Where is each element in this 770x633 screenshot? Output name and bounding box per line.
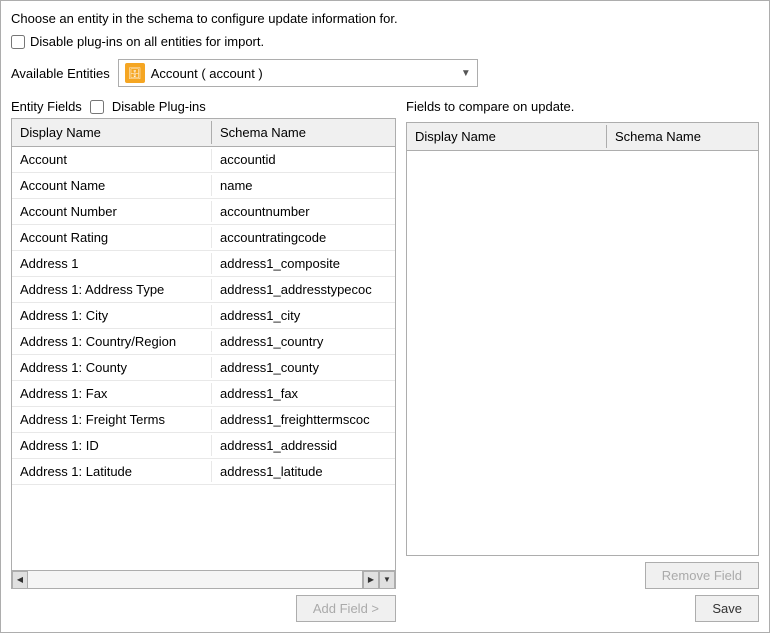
cell-schema-name: accountratingcode [212, 227, 395, 248]
cell-display-name: Account Rating [12, 227, 212, 248]
table-row[interactable]: Accountaccountid [12, 147, 395, 173]
cell-schema-name: accountnumber [212, 201, 395, 222]
disable-plugins-entity-label: Disable Plug-ins [112, 99, 206, 114]
cell-display-name: Account [12, 149, 212, 170]
add-field-button[interactable]: Add Field > [296, 595, 396, 622]
compare-fields-title: Fields to compare on update. [406, 99, 574, 114]
entity-fields-title: Entity Fields [11, 99, 82, 114]
cell-display-name: Address 1: ID [12, 435, 212, 456]
table-row[interactable]: Account Namename [12, 173, 395, 199]
schema-name-header: Schema Name [212, 121, 395, 144]
table-row[interactable]: Address 1: Cityaddress1_city [12, 303, 395, 329]
horizontal-scroll: ◀ ▶ ▼ [12, 570, 395, 588]
left-panel-header: Entity Fields Disable Plug-ins [11, 99, 396, 114]
table-row[interactable]: Address 1: Country/Regionaddress1_countr… [12, 329, 395, 355]
entity-icon: 🗄 [125, 63, 145, 83]
compare-fields-body[interactable] [407, 151, 758, 555]
entity-dropdown-text: Account ( account ) [151, 66, 455, 81]
cell-schema-name: address1_freighttermscoc [212, 409, 395, 430]
cell-display-name: Address 1: City [12, 305, 212, 326]
cell-display-name: Address 1: Freight Terms [12, 409, 212, 430]
cell-schema-name: address1_latitude [212, 461, 395, 482]
cell-schema-name: name [212, 175, 395, 196]
table-row[interactable]: Address 1: Countyaddress1_county [12, 355, 395, 381]
scroll-right-btn[interactable]: ▶ [363, 571, 379, 589]
cell-display-name: Address 1 [12, 253, 212, 274]
cell-schema-name: address1_county [212, 357, 395, 378]
compare-display-name-header: Display Name [407, 125, 607, 148]
cell-display-name: Account Name [12, 175, 212, 196]
table-row[interactable]: Account Numberaccountnumber [12, 199, 395, 225]
entity-fields-table: Display Name Schema Name Accountaccounti… [11, 118, 396, 589]
cell-schema-name: address1_city [212, 305, 395, 326]
table-row[interactable]: Address 1: Address Typeaddress1_addresst… [12, 277, 395, 303]
compare-schema-name-header: Schema Name [607, 125, 758, 148]
table-row[interactable]: Address 1: Latitudeaddress1_latitude [12, 459, 395, 485]
left-panel: Entity Fields Disable Plug-ins Display N… [11, 99, 396, 622]
cell-display-name: Address 1: Latitude [12, 461, 212, 482]
available-entities-row: Available Entities 🗄 Account ( account )… [11, 59, 759, 87]
chevron-down-icon: ▼ [461, 68, 471, 79]
cell-schema-name: address1_composite [212, 253, 395, 274]
cell-display-name: Address 1: County [12, 357, 212, 378]
cell-schema-name: accountid [212, 149, 395, 170]
cell-display-name: Account Number [12, 201, 212, 222]
cell-display-name: Address 1: Country/Region [12, 331, 212, 352]
scroll-down-btn[interactable]: ▼ [379, 571, 395, 589]
table-row[interactable]: Address 1address1_composite [12, 251, 395, 277]
cell-display-name: Address 1: Address Type [12, 279, 212, 300]
cell-display-name: Address 1: Fax [12, 383, 212, 404]
compare-fields-table: Display Name Schema Name [406, 122, 759, 556]
description-text: Choose an entity in the schema to config… [11, 11, 759, 26]
save-button[interactable]: Save [695, 595, 759, 622]
available-entities-label: Available Entities [11, 66, 110, 81]
disable-plugins-entity-checkbox[interactable] [90, 100, 104, 114]
entity-dropdown[interactable]: 🗄 Account ( account ) ▼ [118, 59, 478, 87]
cell-schema-name: address1_country [212, 331, 395, 352]
panels-row: Entity Fields Disable Plug-ins Display N… [11, 99, 759, 622]
remove-field-button[interactable]: Remove Field [645, 562, 759, 589]
cell-schema-name: address1_addresstypecoc [212, 279, 395, 300]
main-container: Choose an entity in the schema to config… [0, 0, 770, 633]
h-scroll-track [28, 571, 363, 589]
disable-plugins-label: Disable plug-ins on all entities for imp… [30, 34, 264, 49]
cell-schema-name: address1_fax [212, 383, 395, 404]
table-row[interactable]: Address 1: Faxaddress1_fax [12, 381, 395, 407]
entity-fields-table-header: Display Name Schema Name [12, 119, 395, 147]
entity-fields-table-body[interactable]: AccountaccountidAccount NamenameAccount … [12, 147, 395, 570]
disable-plugins-checkbox[interactable] [11, 35, 25, 49]
disable-plugins-row: Disable plug-ins on all entities for imp… [11, 34, 759, 49]
display-name-header: Display Name [12, 121, 212, 144]
cell-schema-name: address1_addressid [212, 435, 395, 456]
right-panel: Fields to compare on update. Display Nam… [406, 99, 759, 622]
table-row[interactable]: Address 1: Freight Termsaddress1_freight… [12, 407, 395, 433]
compare-table-header: Display Name Schema Name [407, 123, 758, 151]
right-panel-header: Fields to compare on update. [406, 99, 759, 118]
scroll-left-btn[interactable]: ◀ [12, 571, 28, 589]
table-row[interactable]: Address 1: IDaddress1_addressid [12, 433, 395, 459]
table-row[interactable]: Account Ratingaccountratingcode [12, 225, 395, 251]
